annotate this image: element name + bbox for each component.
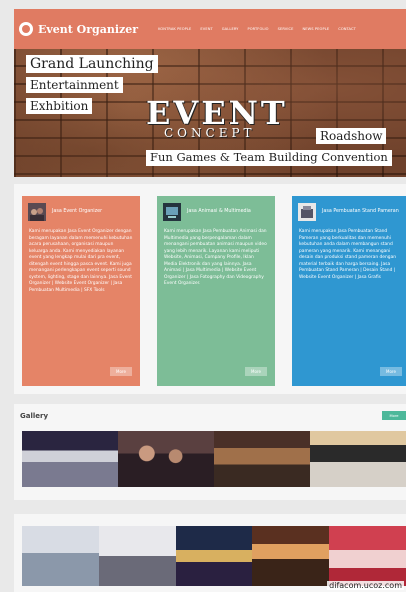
brand-name: Event Organizer — [38, 22, 139, 36]
gallery-photo[interactable] — [22, 431, 118, 487]
hero-tag-exhibition: Exhbition — [26, 98, 93, 114]
event-photo-icon — [28, 203, 46, 221]
hero-tag-fun-games: Fun Games & Team Building Convention — [146, 150, 392, 166]
service-card-stand-pameran: Jasa Pembuatan Stand Pameran Kami merupa… — [292, 196, 406, 386]
multimedia-photo-icon — [163, 203, 181, 221]
hero-tag-entertainment: Entertainment — [26, 77, 123, 93]
card-title: Jasa Pembuatan Stand Pameran — [322, 209, 399, 215]
gallery-photo[interactable] — [118, 431, 214, 487]
more-button[interactable]: More — [380, 367, 402, 376]
gallery-more-button[interactable]: More — [382, 411, 406, 420]
more-button[interactable]: More — [110, 367, 132, 376]
card-body: Kami merupakan Jasa Event Organizer deng… — [29, 229, 133, 293]
menu-item-event[interactable]: EVENT — [200, 27, 212, 31]
gallery-photo[interactable] — [22, 526, 99, 586]
gallery-photo[interactable] — [252, 526, 330, 586]
logo-icon — [19, 22, 33, 36]
hero-concept-subtitle: CONCEPT — [164, 126, 256, 140]
service-card-event-organizer: Jasa Event Organizer Kami merupakan Jasa… — [22, 196, 140, 386]
menu-item-contact[interactable]: CONTACT — [338, 27, 356, 31]
menu-item-gallery[interactable]: GALLERY — [222, 27, 239, 31]
gallery-photo[interactable] — [214, 431, 310, 487]
gallery-photo-row — [22, 431, 406, 487]
hero-tag-grand-launching: Grand Launching — [26, 55, 158, 73]
hero-banner: Grand Launching Entertainment Exhbition … — [14, 49, 406, 177]
gallery-photo[interactable] — [175, 526, 253, 586]
card-body: Kami merupakan Jasa Pembuatan Animasi da… — [164, 229, 267, 287]
card-title: Jasa Animasi & Multimedia — [187, 209, 251, 215]
menu-item-service[interactable]: SERVICE — [278, 27, 294, 31]
gallery-photo-row — [22, 526, 406, 586]
menu-item-portfolio[interactable]: PORTFOLIO — [247, 27, 268, 31]
card-header: Jasa Event Organizer — [22, 196, 140, 221]
more-button[interactable]: More — [245, 367, 267, 376]
menu-item-kontrak-people[interactable]: KONTRAK PEOPLE — [158, 27, 191, 31]
card-header: Jasa Pembuatan Stand Pameran — [292, 196, 406, 221]
hero-event-title: EVENT — [146, 94, 288, 132]
gallery-photo[interactable] — [310, 431, 406, 487]
top-nav: Event Organizer KONTRAK PEOPLE EVENT GAL… — [14, 9, 406, 49]
stand-photo-icon — [298, 203, 316, 221]
card-body: Kami merupakan Jasa Pembuatan Stand Pame… — [299, 229, 397, 280]
main-menu: KONTRAK PEOPLE EVENT GALLERY PORTFOLIO S… — [158, 27, 356, 31]
brand-logo[interactable]: Event Organizer — [19, 22, 138, 36]
menu-item-news-people[interactable]: NEWS PEOPLE — [302, 27, 329, 31]
services-panel: Jasa Event Organizer Kami merupakan Jasa… — [14, 184, 406, 394]
gallery-photo[interactable] — [329, 526, 406, 586]
gallery-title: Gallery — [20, 412, 49, 420]
card-header: Jasa Animasi & Multimedia — [157, 196, 275, 221]
gallery-section: Gallery More — [14, 404, 406, 500]
card-title: Jasa Event Organizer — [52, 209, 103, 215]
service-card-animasi-multimedia: Jasa Animasi & Multimedia Kami merupakan… — [157, 196, 275, 386]
site-watermark: difacom.ucoz.com — [327, 581, 404, 590]
gallery-photo[interactable] — [98, 526, 176, 586]
hero-tag-roadshow: Roadshow — [316, 128, 387, 144]
